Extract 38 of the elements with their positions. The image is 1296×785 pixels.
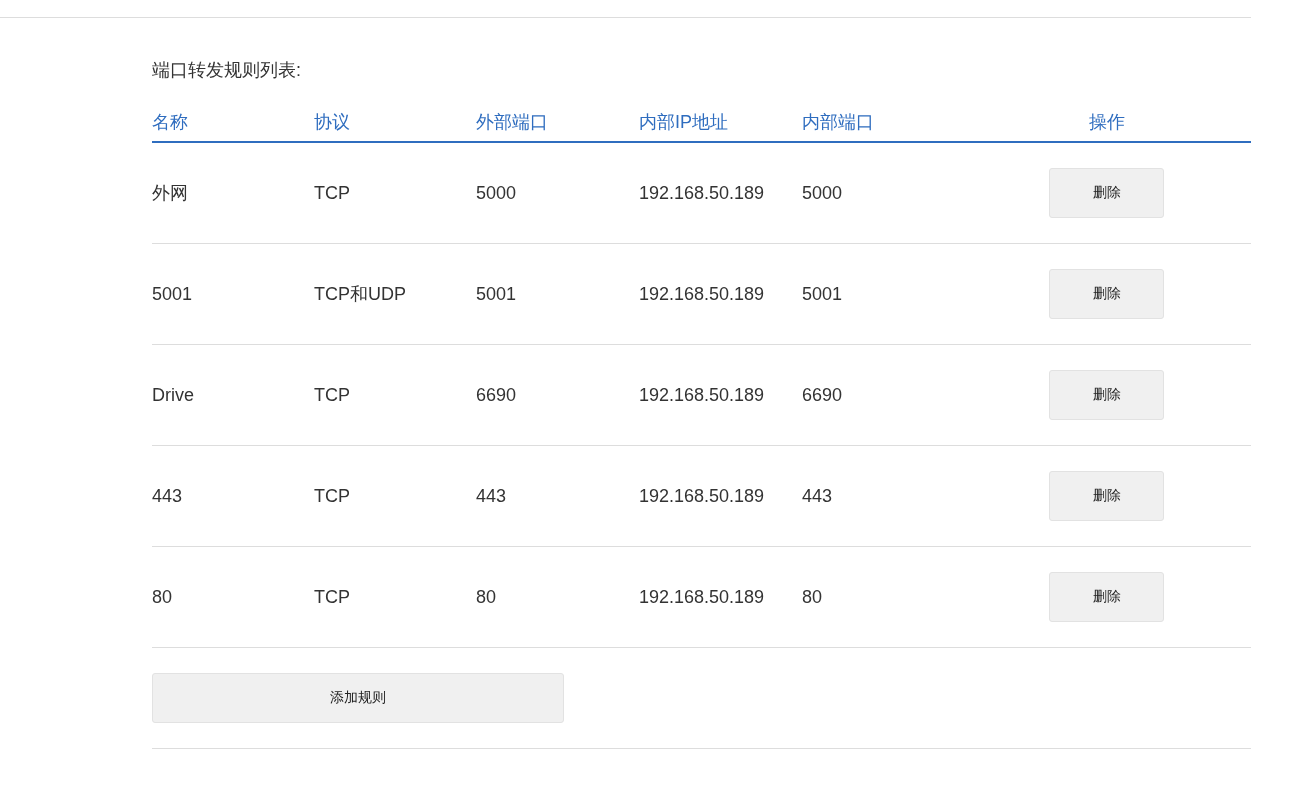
table-cell: 192.168.50.189 — [639, 485, 765, 507]
column-header: 名称 — [152, 111, 188, 134]
column-header: 内部IP地址 — [639, 111, 728, 134]
table-cell: 5001 — [152, 283, 193, 305]
column-header: 外部端口 — [476, 111, 548, 134]
table-cell: TCP — [314, 586, 350, 608]
table-cell-text: 外网 — [152, 182, 188, 205]
add-rule-button[interactable]: 添加规则 — [152, 673, 564, 723]
table-cell: 6690 — [802, 384, 843, 406]
table-cell: TCP — [314, 384, 350, 406]
table-cell: 5001 — [476, 283, 517, 305]
table-cell: 192.168.50.189 — [639, 283, 765, 305]
table-cell: 192.168.50.189 — [639, 182, 765, 204]
table-cell: 5001 — [802, 283, 843, 305]
table-cell: 443 — [802, 485, 833, 507]
delete-button[interactable]: 删除 — [1049, 269, 1164, 319]
delete-button[interactable]: 删除 — [1049, 572, 1164, 622]
table-cell: 192.168.50.189 — [639, 586, 765, 608]
column-header: 内部端口 — [802, 111, 874, 134]
table-cell: 80 — [802, 586, 823, 608]
table-cell-text: TCP和UDP — [314, 283, 406, 306]
delete-button[interactable]: 删除 — [1049, 370, 1164, 420]
delete-button[interactable]: 删除 — [1049, 168, 1164, 218]
table-cell: 5000 — [476, 182, 517, 204]
table-cell: 80 — [152, 586, 173, 608]
column-header: 协议 — [314, 111, 350, 134]
table-cell: 6690 — [476, 384, 517, 406]
table-cell: 192.168.50.189 — [639, 384, 765, 406]
table-cell: 443 — [476, 485, 507, 507]
column-header: 操作 — [1088, 111, 1125, 134]
table-cell: 80 — [476, 586, 497, 608]
table-cell: TCP — [314, 485, 350, 507]
table-cell: Drive — [152, 384, 194, 406]
table-cell: 5000 — [802, 182, 843, 204]
section-title: 端口转发规则列表: — [152, 59, 301, 82]
table-cell: TCP — [314, 182, 350, 204]
table-cell: 443 — [152, 485, 183, 507]
delete-button[interactable]: 删除 — [1049, 471, 1164, 521]
